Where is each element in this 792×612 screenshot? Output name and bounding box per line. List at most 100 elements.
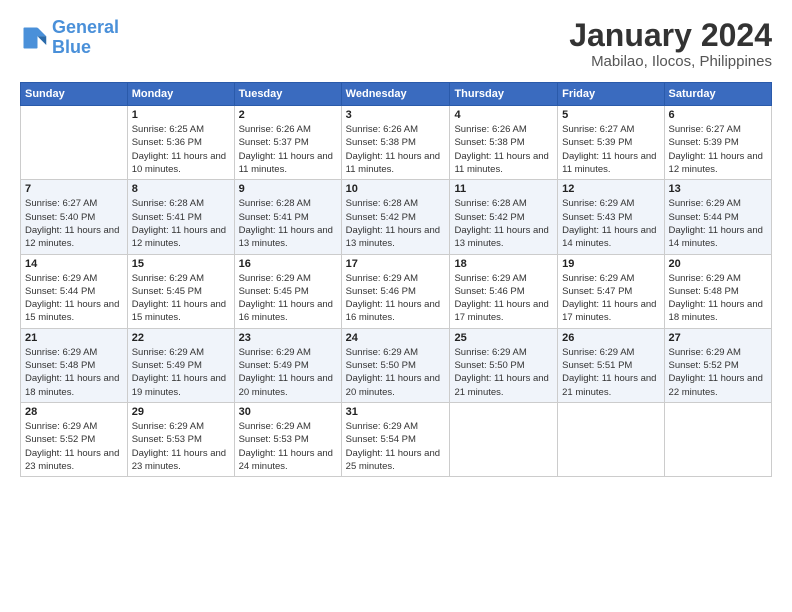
- day-number: 5: [562, 109, 659, 121]
- day-info: Sunrise: 6:29 AMSunset: 5:53 PMDaylight:…: [132, 420, 230, 473]
- day-info: Sunrise: 6:26 AMSunset: 5:38 PMDaylight:…: [454, 123, 553, 176]
- day-info: Sunrise: 6:28 AMSunset: 5:42 PMDaylight:…: [346, 197, 446, 250]
- day-info: Sunrise: 6:26 AMSunset: 5:37 PMDaylight:…: [239, 123, 337, 176]
- day-number: 20: [669, 258, 767, 270]
- calendar-cell: 26Sunrise: 6:29 AMSunset: 5:51 PMDayligh…: [558, 328, 664, 402]
- day-info: Sunrise: 6:29 AMSunset: 5:48 PMDaylight:…: [25, 346, 123, 399]
- day-info: Sunrise: 6:26 AMSunset: 5:38 PMDaylight:…: [346, 123, 446, 176]
- day-number: 30: [239, 406, 337, 418]
- calendar-cell: 28 Sunrise: 6:29 AMSunset: 5:52 PMDayligh…: [21, 402, 128, 476]
- subtitle: Mabilao, Ilocos, Philippines: [569, 53, 772, 70]
- day-number: 14: [25, 258, 123, 270]
- calendar-cell: 1 Sunrise: 6:25 AMSunset: 5:36 PMDaylight…: [127, 106, 234, 180]
- calendar-week-row: 14 Sunrise: 6:29 AMSunset: 5:44 PMDayligh…: [21, 254, 772, 328]
- day-info: Sunrise: 6:29 AMSunset: 5:49 PMDaylight:…: [132, 346, 230, 399]
- day-info: Sunrise: 6:28 AMSunset: 5:41 PMDaylight:…: [132, 197, 230, 250]
- calendar-cell: 21 Sunrise: 6:29 AMSunset: 5:48 PMDayligh…: [21, 328, 128, 402]
- calendar-cell: 11Sunrise: 6:28 AMSunset: 5:42 PMDayligh…: [450, 180, 558, 254]
- calendar-cell: [450, 402, 558, 476]
- day-number: 31: [346, 406, 446, 418]
- logo-general: General: [52, 17, 119, 37]
- header: General Blue January 2024 Mabilao, Iloco…: [20, 18, 772, 70]
- day-number: 22: [132, 332, 230, 344]
- calendar-cell: 15 Sunrise: 6:29 AMSunset: 5:45 PMDayligh…: [127, 254, 234, 328]
- day-info: Sunrise: 6:28 AMSunset: 5:42 PMDaylight:…: [454, 197, 553, 250]
- day-number: 6: [669, 109, 767, 121]
- day-number: 15: [132, 258, 230, 270]
- day-number: 27: [669, 332, 767, 344]
- day-info: Sunrise: 6:29 AMSunset: 5:54 PMDaylight:…: [346, 420, 446, 473]
- calendar-week-row: 1 Sunrise: 6:25 AMSunset: 5:36 PMDaylight…: [21, 106, 772, 180]
- page: General Blue January 2024 Mabilao, Iloco…: [0, 0, 792, 612]
- day-number: 29: [132, 406, 230, 418]
- calendar-cell: 24Sunrise: 6:29 AMSunset: 5:50 PMDayligh…: [341, 328, 450, 402]
- weekday-header: Wednesday: [341, 83, 450, 106]
- day-number: 2: [239, 109, 337, 121]
- day-info: Sunrise: 6:27 AMSunset: 5:39 PMDaylight:…: [562, 123, 659, 176]
- calendar-cell: 23Sunrise: 6:29 AMSunset: 5:49 PMDayligh…: [234, 328, 341, 402]
- day-number: 7: [25, 183, 123, 195]
- day-number: 18: [454, 258, 553, 270]
- calendar-week-row: 21 Sunrise: 6:29 AMSunset: 5:48 PMDayligh…: [21, 328, 772, 402]
- day-info: Sunrise: 6:29 AMSunset: 5:49 PMDaylight:…: [239, 346, 337, 399]
- day-info: Sunrise: 6:29 AMSunset: 5:44 PMDaylight:…: [25, 272, 123, 325]
- day-number: 3: [346, 109, 446, 121]
- calendar-cell: [664, 402, 771, 476]
- day-number: 13: [669, 183, 767, 195]
- calendar-cell: 6 Sunrise: 6:27 AMSunset: 5:39 PMDaylight…: [664, 106, 771, 180]
- logo-icon: [20, 24, 48, 52]
- calendar: SundayMondayTuesdayWednesdayThursdayFrid…: [20, 82, 772, 477]
- calendar-cell: 20 Sunrise: 6:29 AMSunset: 5:48 PMDayligh…: [664, 254, 771, 328]
- day-number: 19: [562, 258, 659, 270]
- calendar-cell: 27 Sunrise: 6:29 AMSunset: 5:52 PMDayligh…: [664, 328, 771, 402]
- weekday-header: Thursday: [450, 83, 558, 106]
- day-info: Sunrise: 6:27 AMSunset: 5:40 PMDaylight:…: [25, 197, 123, 250]
- day-number: 24: [346, 332, 446, 344]
- calendar-cell: 8 Sunrise: 6:28 AMSunset: 5:41 PMDaylight…: [127, 180, 234, 254]
- day-info: Sunrise: 6:29 AMSunset: 5:45 PMDaylight:…: [132, 272, 230, 325]
- calendar-cell: 14 Sunrise: 6:29 AMSunset: 5:44 PMDayligh…: [21, 254, 128, 328]
- calendar-cell: [21, 106, 128, 180]
- calendar-week-row: 7 Sunrise: 6:27 AMSunset: 5:40 PMDaylight…: [21, 180, 772, 254]
- calendar-cell: 25Sunrise: 6:29 AMSunset: 5:50 PMDayligh…: [450, 328, 558, 402]
- weekday-header: Sunday: [21, 83, 128, 106]
- weekday-header: Friday: [558, 83, 664, 106]
- calendar-cell: 10 Sunrise: 6:28 AMSunset: 5:42 PMDayligh…: [341, 180, 450, 254]
- day-info: Sunrise: 6:29 AMSunset: 5:46 PMDaylight:…: [454, 272, 553, 325]
- calendar-cell: 13 Sunrise: 6:29 AMSunset: 5:44 PMDayligh…: [664, 180, 771, 254]
- day-info: Sunrise: 6:29 AMSunset: 5:52 PMDaylight:…: [669, 346, 767, 399]
- day-info: Sunrise: 6:29 AMSunset: 5:52 PMDaylight:…: [25, 420, 123, 473]
- weekday-header-row: SundayMondayTuesdayWednesdayThursdayFrid…: [21, 83, 772, 106]
- day-number: 21: [25, 332, 123, 344]
- day-info: Sunrise: 6:25 AMSunset: 5:36 PMDaylight:…: [132, 123, 230, 176]
- day-number: 10: [346, 183, 446, 195]
- calendar-cell: 12Sunrise: 6:29 AMSunset: 5:43 PMDayligh…: [558, 180, 664, 254]
- title-block: January 2024 Mabilao, Ilocos, Philippine…: [569, 18, 772, 70]
- day-info: Sunrise: 6:29 AMSunset: 5:46 PMDaylight:…: [346, 272, 446, 325]
- calendar-cell: 7 Sunrise: 6:27 AMSunset: 5:40 PMDaylight…: [21, 180, 128, 254]
- calendar-cell: 29 Sunrise: 6:29 AMSunset: 5:53 PMDayligh…: [127, 402, 234, 476]
- calendar-cell: 30Sunrise: 6:29 AMSunset: 5:53 PMDayligh…: [234, 402, 341, 476]
- day-info: Sunrise: 6:28 AMSunset: 5:41 PMDaylight:…: [239, 197, 337, 250]
- calendar-cell: 16Sunrise: 6:29 AMSunset: 5:45 PMDayligh…: [234, 254, 341, 328]
- day-number: 28: [25, 406, 123, 418]
- logo: General Blue: [20, 18, 119, 58]
- calendar-cell: [558, 402, 664, 476]
- day-info: Sunrise: 6:29 AMSunset: 5:47 PMDaylight:…: [562, 272, 659, 325]
- day-info: Sunrise: 6:29 AMSunset: 5:51 PMDaylight:…: [562, 346, 659, 399]
- day-number: 1: [132, 109, 230, 121]
- calendar-week-row: 28 Sunrise: 6:29 AMSunset: 5:52 PMDayligh…: [21, 402, 772, 476]
- day-info: Sunrise: 6:29 AMSunset: 5:44 PMDaylight:…: [669, 197, 767, 250]
- day-info: Sunrise: 6:29 AMSunset: 5:43 PMDaylight:…: [562, 197, 659, 250]
- day-info: Sunrise: 6:29 AMSunset: 5:48 PMDaylight:…: [669, 272, 767, 325]
- main-title: January 2024: [569, 18, 772, 53]
- calendar-cell: 5 Sunrise: 6:27 AMSunset: 5:39 PMDaylight…: [558, 106, 664, 180]
- weekday-header: Tuesday: [234, 83, 341, 106]
- calendar-cell: 18 Sunrise: 6:29 AMSunset: 5:46 PMDayligh…: [450, 254, 558, 328]
- day-info: Sunrise: 6:27 AMSunset: 5:39 PMDaylight:…: [669, 123, 767, 176]
- day-number: 25: [454, 332, 553, 344]
- calendar-cell: 31 Sunrise: 6:29 AMSunset: 5:54 PMDayligh…: [341, 402, 450, 476]
- day-number: 8: [132, 183, 230, 195]
- day-number: 9: [239, 183, 337, 195]
- weekday-header: Monday: [127, 83, 234, 106]
